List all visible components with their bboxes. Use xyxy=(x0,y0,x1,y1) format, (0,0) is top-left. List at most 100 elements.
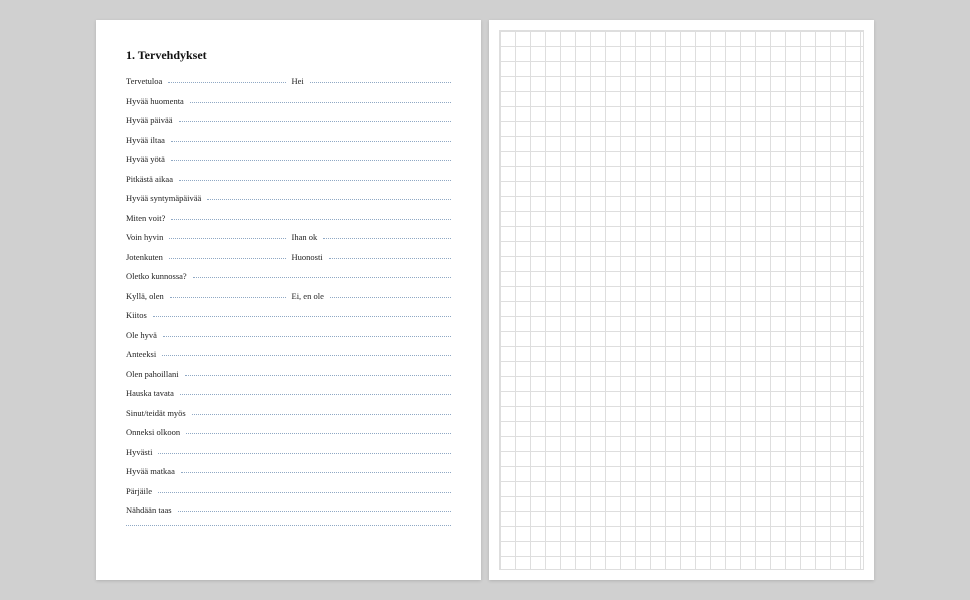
dotted-line xyxy=(330,297,451,298)
entry-cell: Hyvää päivää xyxy=(126,116,451,126)
entry-cell: Hauska tavata xyxy=(126,389,451,399)
entry-cell: Pitkästä aikaa xyxy=(126,175,451,185)
term-label: Hauska tavata xyxy=(126,389,174,399)
term-label: Hyvää iltaa xyxy=(126,136,165,146)
entry-row: Anteeksi xyxy=(126,350,451,370)
entry-cell xyxy=(126,526,451,527)
dotted-line xyxy=(329,258,451,259)
dotted-line xyxy=(163,336,451,337)
dotted-line xyxy=(193,277,451,278)
entry-cell: Ihan ok xyxy=(292,233,452,243)
entry-cell: Hyvää iltaa xyxy=(126,136,451,146)
dotted-line xyxy=(178,511,451,512)
term-label: Pitkästä aikaa xyxy=(126,175,173,185)
right-page xyxy=(489,20,874,580)
entry-row: Tervetuloa Hei xyxy=(126,77,451,97)
page-spread: 1. Tervehdykset Tervetuloa Hei Hyvää huome… xyxy=(96,20,874,580)
dotted-line xyxy=(186,433,451,434)
entry-cell: Olen pahoillani xyxy=(126,370,451,380)
dotted-line xyxy=(171,160,451,161)
entry-cell: Ei, en ole xyxy=(292,292,452,302)
dotted-line xyxy=(170,297,286,298)
entry-row: Hyvää huomenta xyxy=(126,97,451,117)
dotted-line xyxy=(171,219,451,220)
entries-list: Tervetuloa Hei Hyvää huomenta Hyvää päivää H… xyxy=(126,77,451,545)
entry-row: Nähdään taas xyxy=(126,506,451,526)
entry-row: Sinut/teidät myös xyxy=(126,409,451,429)
entry-cell: Pärjäile xyxy=(126,487,451,497)
dotted-line xyxy=(192,414,451,415)
entry-row: Kiitos xyxy=(126,311,451,331)
term-label: Hyvää matkaa xyxy=(126,467,175,477)
entry-cell: Sinut/teidät myös xyxy=(126,409,451,419)
dotted-line xyxy=(171,141,451,142)
entry-row: Onneksi olkoon xyxy=(126,428,451,448)
term-label: Kyllä, olen xyxy=(126,292,164,302)
term-label: Huonosti xyxy=(292,253,323,263)
entry-row: Ole hyvä xyxy=(126,331,451,351)
term-label: Ole hyvä xyxy=(126,331,157,341)
entry-cell: Kyllä, olen xyxy=(126,292,286,302)
entry-row: Hyvää syntymäpäivää xyxy=(126,194,451,214)
left-page: 1. Tervehdykset Tervetuloa Hei Hyvää huome… xyxy=(96,20,481,580)
entry-row: Pärjäile xyxy=(126,487,451,507)
dotted-line xyxy=(185,375,451,376)
dotted-line xyxy=(158,453,451,454)
dotted-line xyxy=(169,238,285,239)
dotted-line xyxy=(179,180,451,181)
dotted-line xyxy=(180,394,451,395)
grid-paper xyxy=(499,30,864,570)
entry-row: Kyllä, olen Ei, en ole xyxy=(126,292,451,312)
dotted-line xyxy=(310,82,451,83)
entry-row: Hyvää iltaa xyxy=(126,136,451,156)
entry-cell: Hyvää matkaa xyxy=(126,467,451,477)
dotted-line xyxy=(207,199,451,200)
dotted-line xyxy=(162,355,451,356)
term-label: Onneksi olkoon xyxy=(126,428,180,438)
entry-cell: Nähdään taas xyxy=(126,506,451,516)
term-label: Miten voit? xyxy=(126,214,165,224)
entry-cell: Anteeksi xyxy=(126,350,451,360)
dotted-line xyxy=(168,82,285,83)
entry-row: Oletko kunnossa? xyxy=(126,272,451,292)
entry-cell: Ole hyvä xyxy=(126,331,451,341)
entry-row: Hyvästi xyxy=(126,448,451,468)
entry-cell: Hei xyxy=(292,77,452,87)
entry-row: Pitkästä aikaa xyxy=(126,175,451,195)
entry-cell: Kiitos xyxy=(126,311,451,321)
term-label: Hyvää yötä xyxy=(126,155,165,165)
term-label: Hyvää päivää xyxy=(126,116,173,126)
page-title: 1. Tervehdykset xyxy=(126,48,451,63)
entry-cell: Oletko kunnossa? xyxy=(126,272,451,282)
term-label: Tervetuloa xyxy=(126,77,162,87)
entry-cell: Miten voit? xyxy=(126,214,451,224)
dotted-line xyxy=(190,102,451,103)
entry-cell: Onneksi olkoon xyxy=(126,428,451,438)
term-label: Sinut/teidät myös xyxy=(126,409,186,419)
entry-cell: Tervetuloa xyxy=(126,77,286,87)
term-label: Anteeksi xyxy=(126,350,156,360)
entry-cell: Huonosti xyxy=(292,253,452,263)
term-label: Ei, en ole xyxy=(292,292,324,302)
entry-row: Olen pahoillani xyxy=(126,370,451,390)
entry-row: Hauska tavata xyxy=(126,389,451,409)
dotted-line xyxy=(323,238,451,239)
entry-row: Voin hyvin Ihan ok xyxy=(126,233,451,253)
entry-row: Jotenkuten Huonosti xyxy=(126,253,451,273)
entry-row xyxy=(126,526,451,546)
term-label: Hyvää huomenta xyxy=(126,97,184,107)
entry-cell: Hyvää huomenta xyxy=(126,97,451,107)
term-label: Voin hyvin xyxy=(126,233,163,243)
dotted-line xyxy=(126,525,451,526)
entry-row: Hyvää päivää xyxy=(126,116,451,136)
term-label: Kiitos xyxy=(126,311,147,321)
dotted-line xyxy=(169,258,286,259)
term-label: Hei xyxy=(292,77,304,87)
dotted-line xyxy=(158,492,451,493)
entry-cell: Jotenkuten xyxy=(126,253,286,263)
dotted-line xyxy=(179,121,452,122)
entry-cell: Hyvästi xyxy=(126,448,451,458)
term-label: Oletko kunnossa? xyxy=(126,272,187,282)
entry-cell: Hyvää syntymäpäivää xyxy=(126,194,451,204)
term-label: Ihan ok xyxy=(292,233,318,243)
